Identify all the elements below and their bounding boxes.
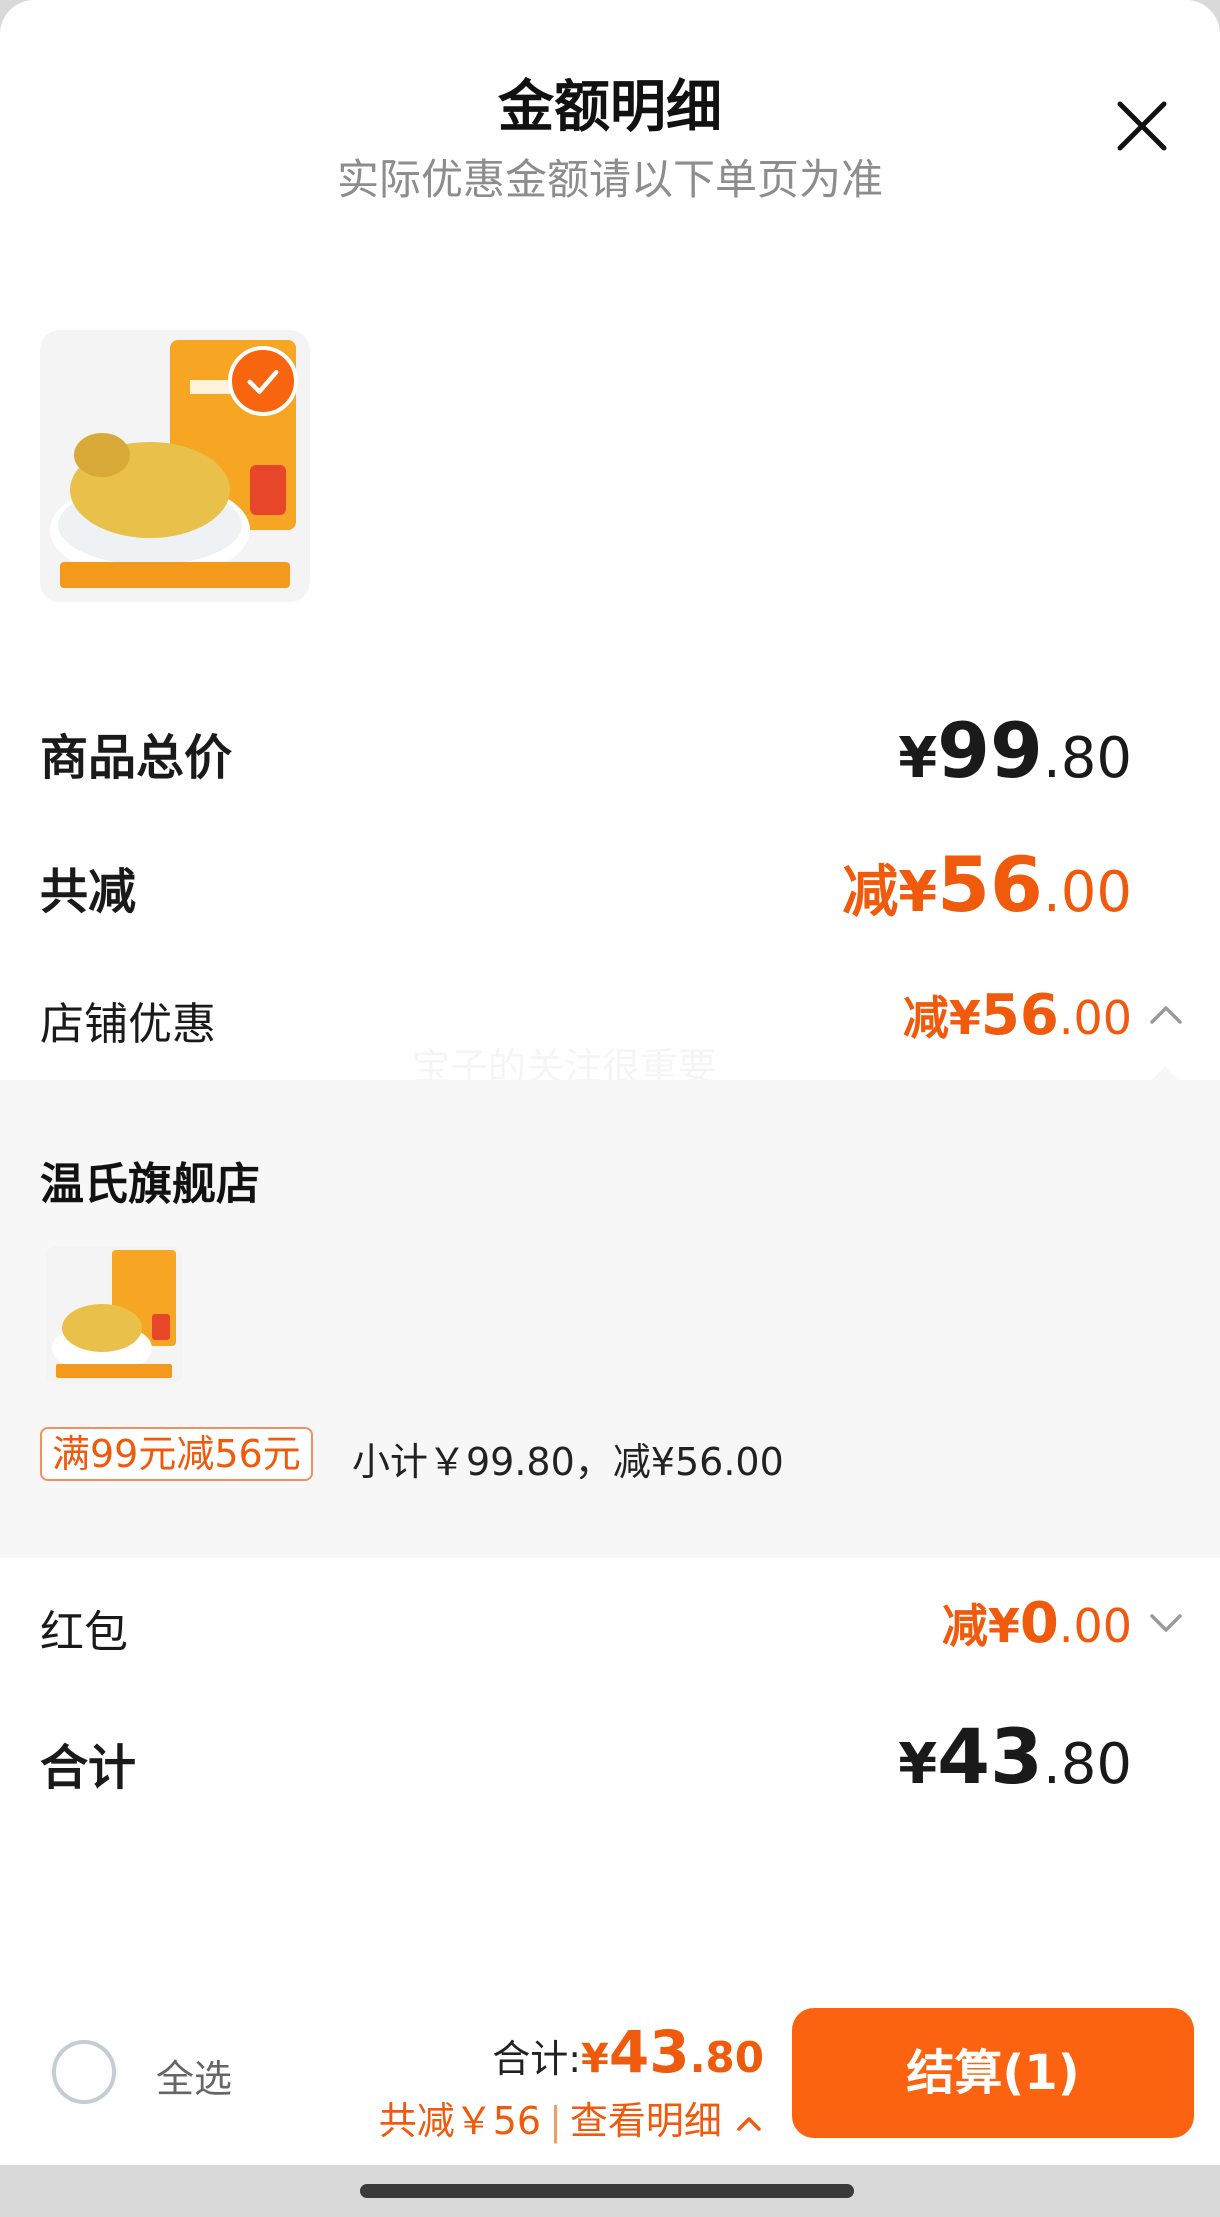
amount-detail-sheet: 金额明细 实际优惠金额请以下单页为准 商品总价 ¥99.80 共减 减¥56.0… [0,0,1220,2165]
grand-total-value: ¥43.80 [898,1712,1132,1801]
select-all-label[interactable]: 全选 [156,2048,232,2103]
close-icon[interactable] [1112,96,1172,156]
saved-amount: 共减￥56 [378,2099,542,2143]
store-discount-label[interactable]: 店铺优惠 [40,988,216,1052]
chevron-up-icon[interactable] [734,2109,764,2139]
store-discount-decimal: .00 [1058,991,1132,1045]
red-packet-prefix: 减¥ [941,1599,1020,1653]
red-packet-integer: 0 [1019,1591,1059,1656]
total-reduction-integer: 56 [937,840,1043,929]
store-product-thumbnail[interactable] [46,1246,182,1384]
red-packet-label[interactable]: 红包 [40,1596,128,1660]
total-reduction-label: 共减 [40,864,137,920]
store-name: 温氏旗舰店 [40,1159,260,1210]
red-packet-value[interactable]: 减¥0.00 [942,1590,1132,1656]
goods-total-label: 商品总价 [40,730,233,786]
grand-total-label: 合计 [40,1740,137,1796]
select-all-radio[interactable] [52,2040,116,2104]
sheet-subtitle: 实际优惠金额请以下单页为准 [336,155,883,204]
bottom-total-label: 合计: [492,2037,582,2081]
total-reduction-value: 减¥56.00 [842,840,1132,929]
goods-total-decimal: .80 [1042,726,1132,791]
sheet-title: 金额明细 [498,75,722,140]
red-packet-decimal: .00 [1058,1599,1132,1653]
home-indicator [360,2184,854,2198]
checkout-button[interactable]: 结算(1) [792,2008,1194,2138]
chevron-up-icon[interactable] [1146,994,1186,1034]
store-discount-integer: 56 [980,983,1059,1048]
goods-total-integer: 99 [937,706,1043,795]
divider: | [549,2099,562,2143]
bottom-total-decimal: .80 [689,2033,764,2082]
checkmark-icon [228,346,298,416]
grand-total-integer: 43 [937,1712,1043,1801]
savings-line[interactable]: 共减￥56 | 查看明细 [379,2090,764,2145]
bottom-total-currency: ¥ [581,2036,609,2082]
promo-subtotal-text: 小计￥99.80，减¥56.00 [352,1440,784,1484]
promo-tag: 满99元减56元 [40,1427,313,1481]
total-reduction-decimal: .00 [1042,860,1132,925]
panel-pointer [1150,1066,1180,1082]
currency-symbol: ¥ [898,726,938,791]
goods-total-value: ¥99.80 [898,706,1132,795]
grand-total-decimal: .80 [1042,1732,1132,1797]
chevron-down-icon[interactable] [1146,1604,1186,1644]
view-details-link[interactable]: 查看明细 [570,2099,722,2143]
currency-symbol: ¥ [898,1732,938,1797]
reduction-prefix: 减¥ [842,860,938,925]
store-discount-prefix: 减¥ [902,991,981,1045]
bottom-total: 合计:¥43.80 [492,2018,764,2086]
bottom-total-integer: 43 [608,2018,690,2086]
store-discount-value[interactable]: 减¥56.00 [903,982,1132,1048]
